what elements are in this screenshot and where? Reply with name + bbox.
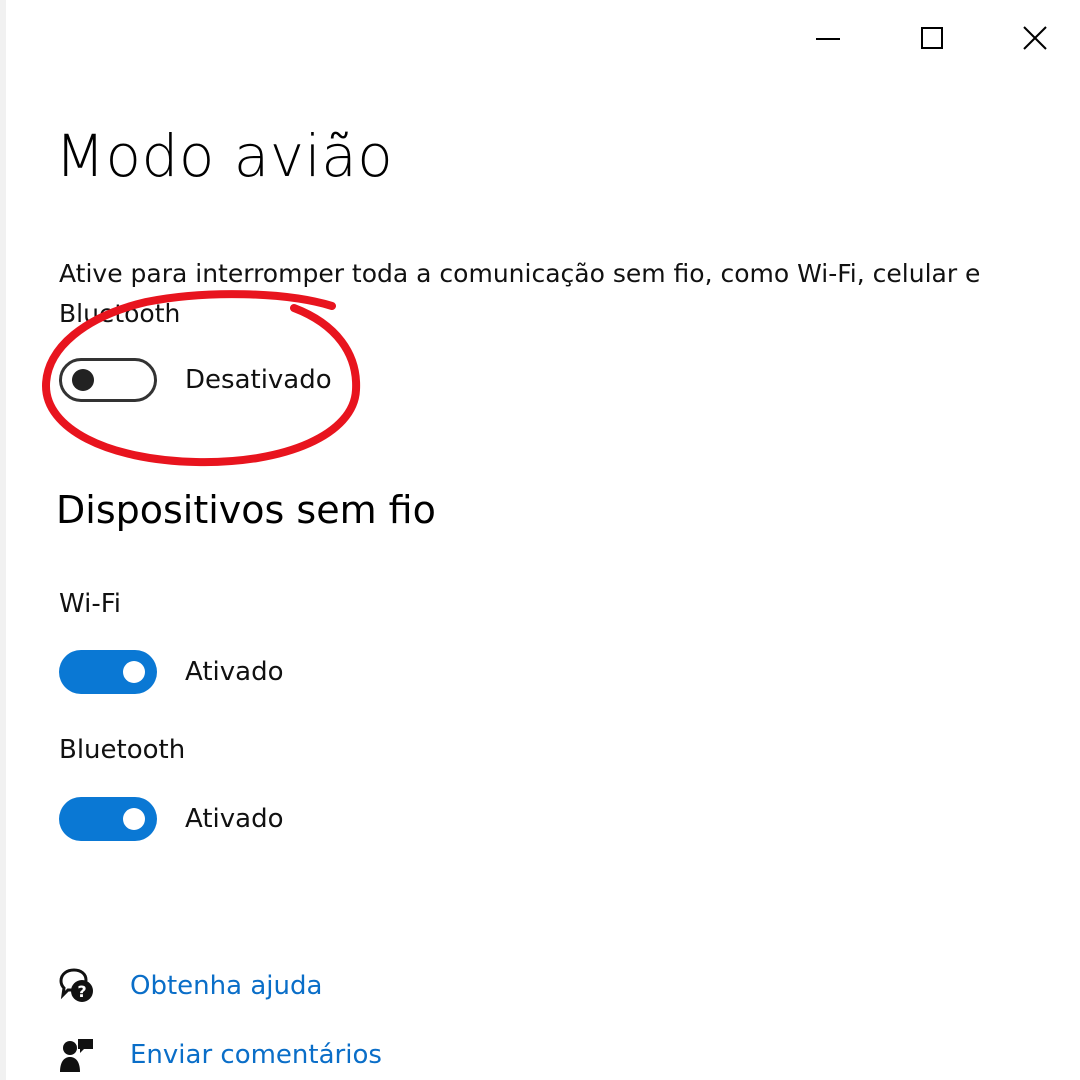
toggle-knob	[123, 808, 145, 830]
send-feedback-link-row[interactable]: Enviar comentários	[58, 1035, 382, 1075]
feedback-icon	[58, 1035, 98, 1075]
wifi-toggle[interactable]	[59, 650, 157, 694]
get-help-link-row[interactable]: ? Obtenha ajuda	[58, 966, 322, 1006]
minimize-icon	[816, 38, 840, 40]
wifi-toggle-row: Ativado	[59, 650, 283, 694]
close-icon	[1023, 26, 1047, 50]
page-title: Modo avião	[55, 122, 394, 190]
toggle-knob	[123, 661, 145, 683]
toggle-knob	[72, 369, 94, 391]
bluetooth-label: Bluetooth	[59, 735, 186, 765]
wifi-state: Ativado	[185, 657, 284, 687]
minimize-button[interactable]	[798, 8, 858, 68]
send-feedback-link[interactable]: Enviar comentários	[130, 1040, 382, 1070]
window-left-edge	[0, 0, 6, 1080]
bluetooth-toggle[interactable]	[59, 797, 157, 841]
help-chat-icon: ?	[58, 966, 98, 1006]
bluetooth-toggle-row: Ativado	[59, 797, 283, 841]
airplane-mode-description: Ative para interromper toda a comunicaçã…	[59, 259, 981, 328]
maximize-icon	[921, 27, 943, 49]
maximize-button[interactable]	[902, 8, 962, 68]
settings-window: Modo avião Ative para interromper toda a…	[0, 0, 1080, 1080]
close-button[interactable]	[1005, 8, 1065, 68]
airplane-mode-toggle[interactable]	[59, 358, 157, 402]
svg-text:?: ?	[77, 982, 86, 1001]
airplane-mode-toggle-row: Desativado	[59, 358, 332, 402]
get-help-link[interactable]: Obtenha ajuda	[130, 971, 322, 1001]
airplane-mode-state: Desativado	[185, 365, 332, 395]
wifi-label: Wi-Fi	[59, 589, 122, 619]
bluetooth-state: Ativado	[185, 804, 284, 834]
wireless-devices-title: Dispositivos sem fio	[56, 488, 436, 532]
